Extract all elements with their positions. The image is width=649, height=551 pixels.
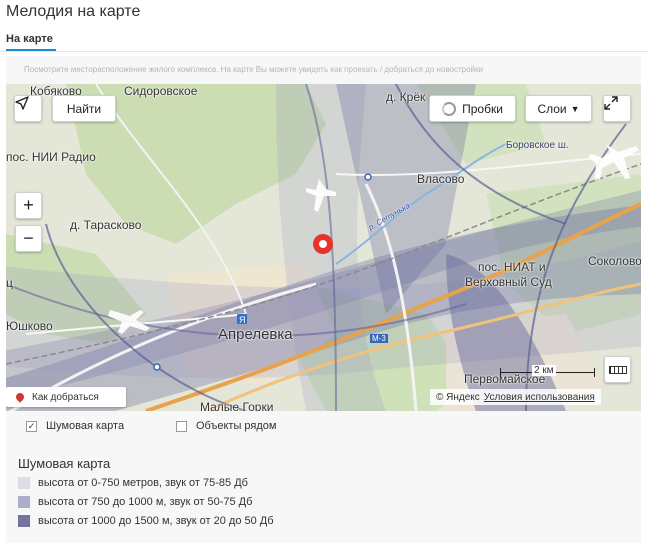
noise-map-label: Шумовая карта: [46, 420, 125, 432]
map-label-sidorovskoe: Сидоровское: [124, 84, 198, 98]
scale-bar: 2 км: [500, 365, 595, 380]
map-label-vlasovo: Власово: [417, 172, 465, 186]
legend-swatch-mid: [18, 496, 30, 508]
map-label-aprelevka: Апрелевка: [218, 326, 293, 343]
traffic-icon: [442, 101, 457, 116]
legend-item: высота от 0-750 метров, звук от 75-85 Дб: [18, 477, 248, 489]
terms-link[interactable]: Условия использования: [484, 392, 595, 403]
directions-label: Как добраться: [32, 391, 99, 403]
directions-link[interactable]: Как добраться: [6, 387, 126, 407]
noise-map-checkbox[interactable]: ✓: [26, 420, 37, 432]
map-label-niat: пос. НИАТ и: [478, 260, 546, 274]
legend-item-label: высота от 1000 до 1500 м, звук от 20 до …: [38, 515, 274, 527]
layers-button-label: Слои: [537, 101, 567, 116]
map-label-malye-gorki: Малые Горки: [200, 400, 274, 411]
legend-item: высота от 750 до 1000 м, звук от 50-75 Д…: [18, 496, 252, 508]
map-viewport[interactable]: Я Кобяково Сидоровское д. Крёк пос. НИИ …: [6, 84, 641, 411]
map-canvas: Я: [6, 84, 641, 411]
nearby-objects-label: Объекты рядом: [196, 420, 277, 432]
map-hint-text: Посмотрите месторасположение жилого комп…: [24, 65, 483, 74]
page-title: Мелодия на карте: [6, 3, 141, 20]
map-label-tarasovo: д. Тарасково: [70, 218, 142, 232]
legend-swatch-dark: [18, 515, 30, 527]
map-label-krekshino: д. Крёк: [386, 90, 426, 104]
map-label-sokolovo: Соколово: [588, 254, 641, 268]
plus-icon: +: [23, 195, 34, 215]
map-label-edge-1: ц: [6, 276, 13, 290]
ruler-button[interactable]: [604, 356, 631, 383]
minus-icon: −: [23, 228, 34, 248]
noise-map-toggle[interactable]: ✓ Шумовая карта: [26, 420, 124, 432]
chevron-down-icon: ▼: [570, 103, 580, 114]
nearby-objects-checkbox[interactable]: [176, 420, 187, 432]
legend-item: высота от 1000 до 1500 м, звук от 20 до …: [18, 515, 274, 527]
copyright-text: © Яндекс: [436, 391, 480, 403]
traffic-button[interactable]: Пробки: [429, 95, 516, 122]
map-label-nii-radio: пос. НИИ Радио: [6, 150, 96, 164]
ruler-icon: [608, 365, 627, 374]
find-button[interactable]: Найти: [52, 95, 116, 122]
map-label-m3: М-3: [370, 334, 388, 343]
map-copyright: © Яндекс Условия использования: [430, 389, 601, 405]
traffic-button-label: Пробки: [462, 101, 503, 116]
layers-button[interactable]: Слои ▼: [525, 95, 592, 122]
fullscreen-button[interactable]: [603, 95, 631, 122]
svg-text:Я: Я: [239, 315, 246, 325]
map-label-court: Верховный Суд: [465, 275, 552, 289]
zoom-out-button[interactable]: −: [15, 225, 42, 252]
legend-title: Шумовая карта: [18, 456, 111, 471]
tab-on-map[interactable]: На карте: [6, 33, 53, 45]
nearby-objects-toggle[interactable]: Объекты рядом: [176, 420, 276, 432]
legend-item-label: высота от 0-750 метров, звук от 75-85 Дб: [38, 477, 248, 489]
zoom-in-button[interactable]: +: [15, 192, 42, 219]
geolocation-button[interactable]: [14, 95, 42, 122]
tab-divider: [0, 51, 649, 52]
legend-swatch-light: [18, 477, 30, 489]
map-label-yushkovo: Юшково: [6, 319, 53, 333]
placemark-icon: [14, 391, 26, 403]
map-label-borovskoe: Боровское ш.: [506, 140, 569, 151]
legend-item-label: высота от 750 до 1000 м, звук от 50-75 Д…: [38, 496, 253, 508]
scale-label: 2 км: [532, 365, 556, 376]
